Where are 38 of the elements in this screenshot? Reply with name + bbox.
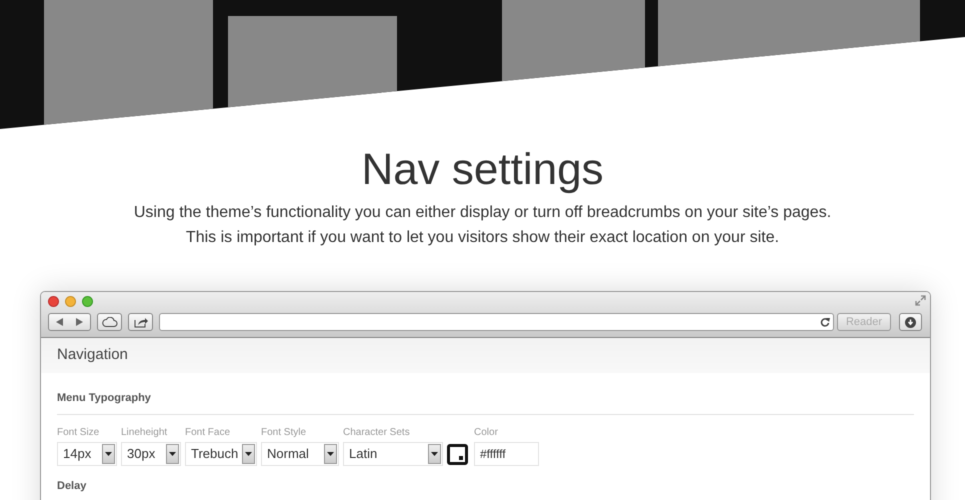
share-icon	[134, 316, 148, 328]
color-swatch[interactable]	[447, 444, 468, 464]
close-icon[interactable]	[48, 296, 59, 307]
section-title: Menu Typography	[57, 390, 914, 414]
section-title: Delay	[57, 480, 88, 492]
forward-icon[interactable]	[76, 318, 84, 326]
dropdown[interactable]: Trebuch	[185, 442, 257, 466]
caret-icon	[105, 452, 112, 456]
back-forward-buttons[interactable]	[48, 313, 91, 331]
address-field[interactable]	[159, 313, 834, 331]
field-label: Font Size	[57, 426, 100, 438]
reload-icon[interactable]	[820, 317, 830, 327]
field-label: Color	[474, 426, 499, 438]
caret-icon	[245, 452, 252, 456]
zoom-icon[interactable]	[82, 296, 93, 307]
downloads-button[interactable]	[899, 313, 922, 331]
cloud-icon	[102, 317, 118, 327]
caret-icon	[431, 452, 438, 456]
caret-icon	[169, 452, 176, 456]
cloud-button[interactable]	[97, 313, 122, 331]
back-icon[interactable]	[56, 318, 63, 326]
color-field[interactable]: #ffffff	[474, 442, 539, 466]
intro-text: Using the theme’s functionality you can either display or turn off breadcrumbs on your site’s pages.	[134, 203, 832, 223]
caret-icon	[327, 452, 334, 456]
dropdown[interactable]: Normal	[261, 442, 339, 466]
fullscreen-icon[interactable]	[915, 295, 926, 306]
download-icon	[905, 316, 916, 328]
field-label: Font Style	[261, 426, 308, 438]
field-label: Lineheight	[121, 426, 168, 438]
page-title: Nav settings	[361, 144, 604, 196]
panel-title: Navigation	[57, 345, 128, 366]
intro-text: This is important if you want to let you visitors show their exact location on your site.	[186, 228, 780, 248]
dropdown[interactable]: 30px	[121, 442, 181, 466]
dropdown[interactable]: 14px	[57, 442, 117, 466]
dropdown[interactable]: Latin	[343, 442, 443, 466]
share-button[interactable]	[128, 313, 153, 331]
field-label: Font Face	[185, 426, 232, 438]
field-label: Character Sets	[343, 426, 411, 438]
